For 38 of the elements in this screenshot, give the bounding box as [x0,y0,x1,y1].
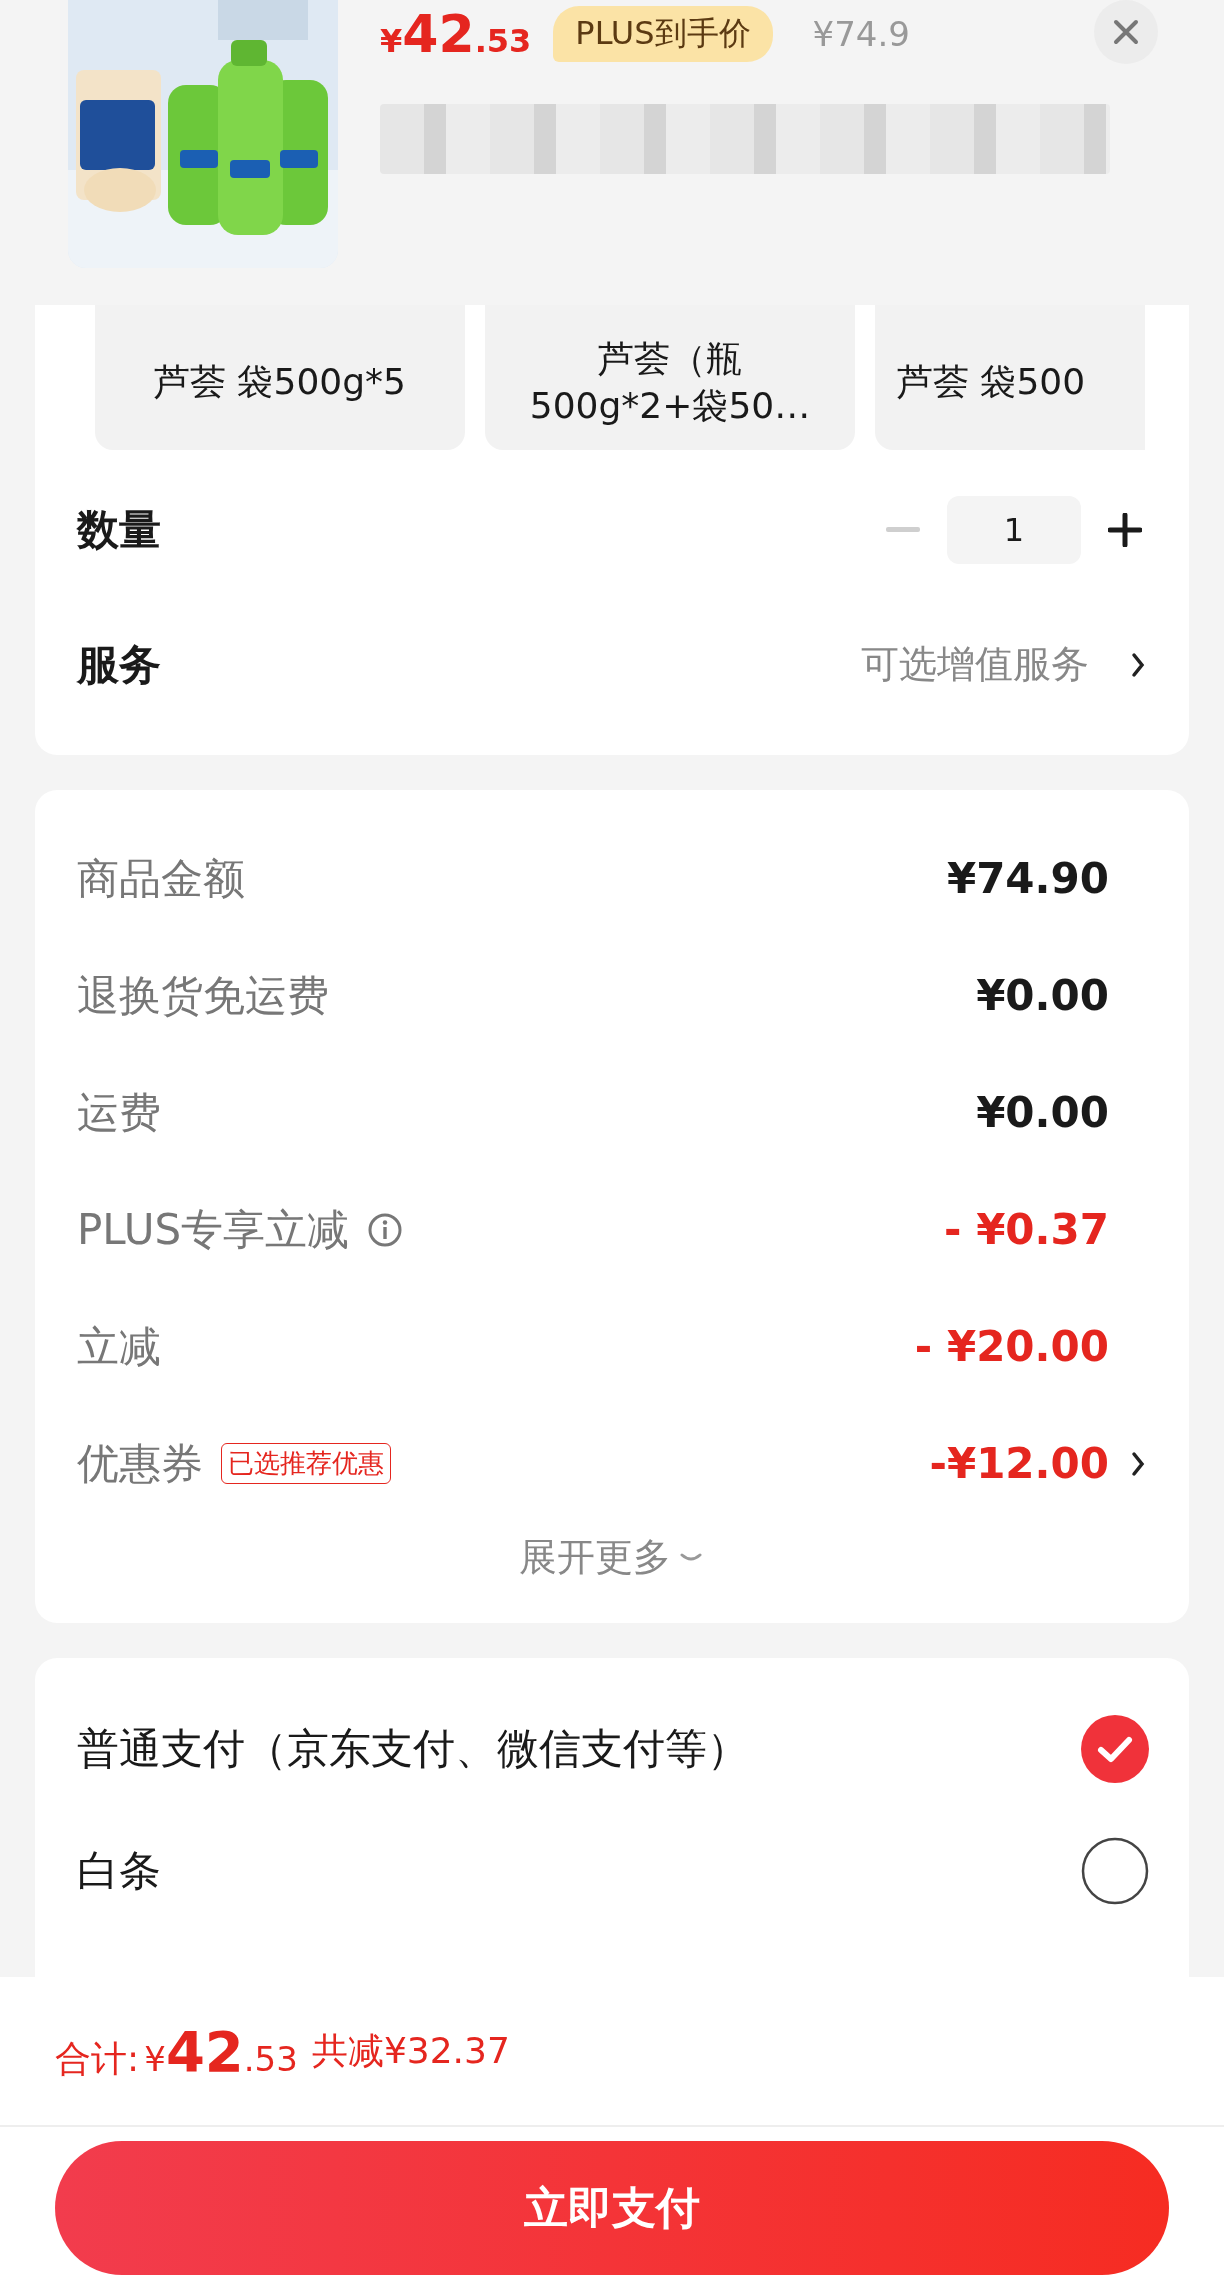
product-price: ¥42.53 [380,4,532,64]
fee-amount: ¥0.00 [976,971,1109,1020]
fee-label: 商品金额 [77,852,245,905]
fee-amount: - ¥0.37 [944,1205,1109,1254]
fee-amount: ¥74.90 [946,854,1109,903]
quantity-label: 数量 [77,503,162,556]
fee-amount: -¥12.00 [929,1439,1109,1488]
fee-label: 立减 [77,1320,161,1373]
info-icon[interactable] [367,1211,404,1248]
plus-icon [1108,512,1142,547]
price-badge: PLUS到手价 [553,6,773,62]
fee-label: PLUS专享立减 [77,1203,350,1256]
service-link[interactable]: 可选增值服务 [861,639,1089,690]
chevron-icon[interactable] [1131,1450,1145,1477]
spec-option[interactable]: 芦荟（瓶 500g*2+袋50… [485,305,855,450]
payment-option[interactable]: 普通支付（京东支付、微信支付等） [77,1721,749,1777]
fee-label: 优惠券 [77,1437,203,1490]
chevron-icon [1131,651,1145,678]
close-icon [1113,19,1139,45]
fee-label: 退换货免运费 [77,969,329,1022]
coupon-tag: 已选推荐优惠 [221,1443,391,1484]
pay-now-button[interactable]: 立即支付 [55,2141,1169,2275]
order-total: 合计:¥42.53 [55,2018,298,2084]
service-label: 服务 [77,638,162,691]
total-discount: 共减¥32.37 [311,2028,510,2073]
original-price: ¥74.9 [812,14,910,54]
payment-option[interactable]: 白条 [77,1843,161,1899]
fee-label: 运费 [77,1086,161,1139]
radio-checked-icon[interactable] [1081,1715,1149,1783]
chevron-down-icon [679,1551,703,1564]
quantity-field[interactable]: 1 [947,495,1081,564]
expand-more-button[interactable]: 展开更多 [519,1532,703,1583]
spec-option[interactable]: 芦荟 袋500 [875,305,1145,450]
spec-option[interactable]: 芦荟 袋500g*5 [95,305,465,450]
minus-icon [886,526,920,533]
fee-amount: - ¥20.00 [914,1322,1109,1371]
radio-unchecked-icon[interactable] [1081,1837,1149,1905]
fee-amount: ¥0.00 [976,1088,1109,1137]
